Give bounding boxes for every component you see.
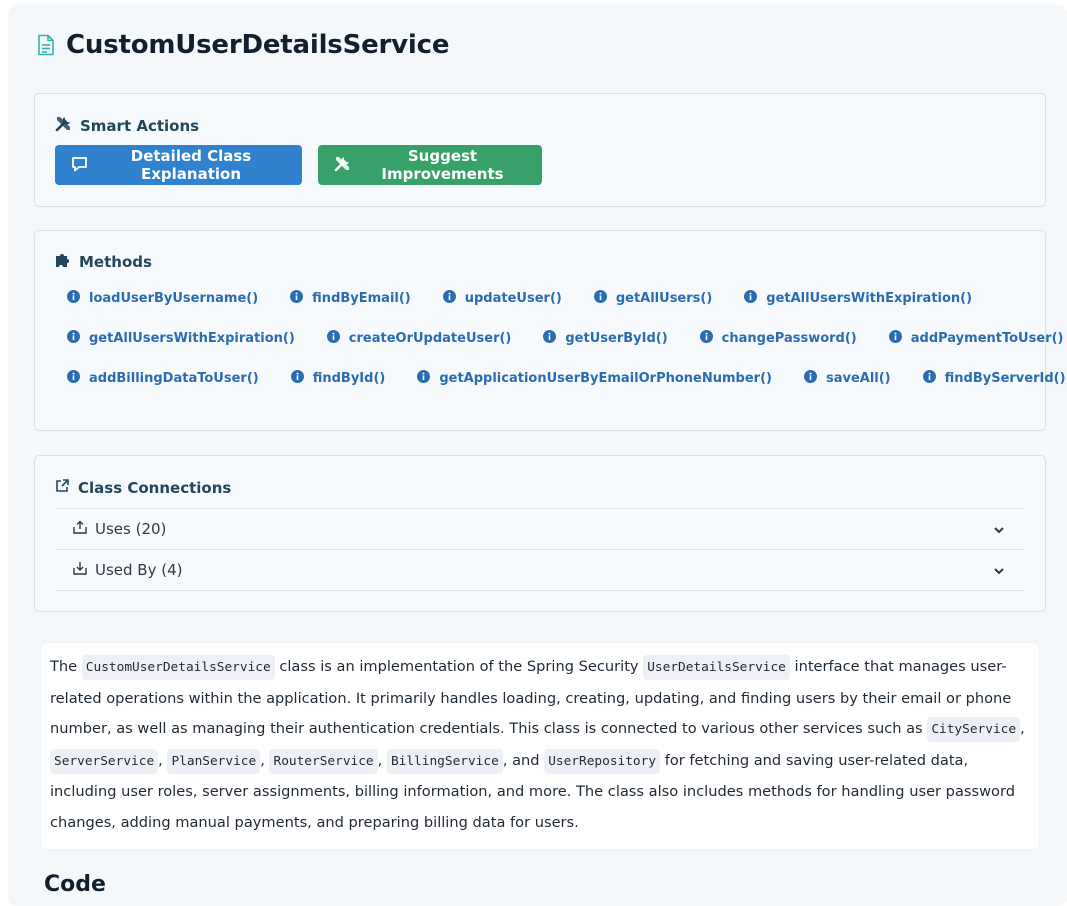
suggest-improvements-button[interactable]: Suggest Improvements xyxy=(318,145,542,185)
smart-actions-panel: Smart Actions Detailed Class Explanation… xyxy=(34,93,1046,207)
method-name: addBillingDataToUser() xyxy=(89,371,259,386)
method-name: createOrUpdateUser() xyxy=(348,331,512,346)
method-link[interactable]: getAllUsers() xyxy=(593,290,713,307)
method-name: getApplicationUserByEmailOrPhoneNumber() xyxy=(439,371,772,386)
method-link[interactable]: findByEmail() xyxy=(290,290,411,307)
used-by-label: Used By (4) xyxy=(95,561,183,579)
inline-code: RouterService xyxy=(269,748,378,774)
inline-code: BillingService xyxy=(386,748,503,774)
method-name: addPaymentToUser() xyxy=(910,331,1064,346)
tools-icon xyxy=(334,155,359,176)
methods-row-2: getAllUsersWithExpiration() createOrUpda… xyxy=(67,330,1067,347)
comment-icon xyxy=(71,155,96,176)
method-link[interactable]: changePassword() xyxy=(699,330,857,347)
method-name: getAllUsersWithExpiration() xyxy=(89,331,295,346)
inline-code: CustomUserDetailsService xyxy=(81,655,275,680)
info-circle-icon xyxy=(417,370,431,387)
method-link[interactable]: findById() xyxy=(290,370,386,387)
method-name: getUserById() xyxy=(565,331,668,346)
info-circle-icon xyxy=(803,370,817,387)
description-text: , and xyxy=(502,751,545,769)
info-circle-icon xyxy=(326,330,340,347)
class-connections-panel: Class Connections Uses (20) Used By (4) xyxy=(34,455,1046,612)
method-link[interactable]: loadUserByUsername() xyxy=(67,290,258,307)
detailed-class-explanation-button[interactable]: Detailed Class Explanation xyxy=(55,145,302,185)
info-circle-icon xyxy=(290,290,304,307)
description-text: class is an implementation of the Spring… xyxy=(274,658,644,675)
tools-icon xyxy=(55,115,80,136)
inline-code: ServerService xyxy=(50,748,159,774)
code-section-heading: Code xyxy=(44,872,106,897)
divider xyxy=(55,590,1025,591)
description-text: , xyxy=(377,751,387,769)
inline-code: CityService xyxy=(927,717,1021,742)
class-description: The CustomUserDetailsService class is an… xyxy=(41,643,1039,849)
method-name: loadUserByUsername() xyxy=(89,291,259,306)
method-name: changePassword() xyxy=(721,331,857,346)
method-name: findById() xyxy=(312,371,386,386)
method-link[interactable]: addBillingDataToUser() xyxy=(67,370,259,387)
class-connections-heading: Class Connections xyxy=(55,478,231,497)
uses-accordion-toggle[interactable]: Uses (20) xyxy=(55,508,1025,549)
methods-title: Methods xyxy=(79,253,152,271)
method-link[interactable]: addPaymentToUser() xyxy=(888,330,1064,347)
info-circle-icon xyxy=(442,290,456,307)
inline-code: UserDetailsService xyxy=(643,655,790,680)
info-circle-icon xyxy=(699,330,713,347)
methods-heading: Methods xyxy=(55,252,152,272)
method-name: findByServerId() xyxy=(944,371,1066,386)
external-link-icon xyxy=(55,478,78,497)
download-icon xyxy=(73,561,87,579)
method-link[interactable]: getAllUsersWithExpiration() xyxy=(67,330,295,347)
used-by-accordion-toggle[interactable]: Used By (4) xyxy=(55,549,1025,590)
page-title: CustomUserDetailsService xyxy=(66,30,450,60)
chevron-down-icon xyxy=(993,522,1005,540)
description-text: , xyxy=(1020,720,1025,737)
inline-code: PlanService xyxy=(167,748,261,774)
info-circle-icon xyxy=(543,330,557,347)
method-name: updateUser() xyxy=(464,291,562,306)
method-name: getAllUsers() xyxy=(615,291,713,306)
class-connections-title: Class Connections xyxy=(78,478,232,497)
info-circle-icon xyxy=(888,330,902,347)
method-link[interactable]: getApplicationUserByEmailOrPhoneNumber() xyxy=(417,370,772,387)
method-link[interactable]: getUserById() xyxy=(543,330,668,347)
info-circle-icon xyxy=(67,370,80,387)
methods-row-1: loadUserByUsername() findByEmail() updat… xyxy=(67,290,1004,307)
file-text-icon xyxy=(36,34,56,56)
method-link[interactable]: findByServerId() xyxy=(922,370,1066,387)
method-name: findByEmail() xyxy=(312,291,411,306)
inline-code: UserRepository xyxy=(544,748,661,774)
method-link[interactable]: createOrUpdateUser() xyxy=(326,330,512,347)
method-name: getAllUsersWithExpiration() xyxy=(766,291,973,306)
page-header: CustomUserDetailsService xyxy=(36,30,449,60)
suggest-improvements-label: Suggest Improvements xyxy=(381,147,504,183)
info-circle-icon xyxy=(290,370,304,387)
description-text: The xyxy=(50,658,82,675)
method-link[interactable]: updateUser() xyxy=(442,290,562,307)
upload-icon xyxy=(73,520,87,538)
info-circle-icon xyxy=(593,290,607,307)
info-circle-icon xyxy=(67,330,80,347)
detailed-class-explanation-label: Detailed Class Explanation xyxy=(130,147,252,183)
info-circle-icon xyxy=(744,290,758,307)
smart-actions-title: Smart Actions xyxy=(80,116,200,135)
method-name: saveAll() xyxy=(825,371,891,386)
methods-row-3: addBillingDataToUser() findById() getApp… xyxy=(67,370,1067,387)
uses-label: Uses (20) xyxy=(95,520,167,538)
info-circle-icon xyxy=(922,370,936,387)
chevron-down-icon xyxy=(993,563,1005,581)
puzzle-icon xyxy=(55,252,79,272)
methods-panel: Methods loadUserByUsername() findByEmail… xyxy=(34,230,1066,431)
method-link[interactable]: saveAll() xyxy=(803,370,891,387)
smart-actions-heading: Smart Actions xyxy=(55,115,199,136)
method-link[interactable]: getAllUsersWithExpiration() xyxy=(744,290,972,307)
info-circle-icon xyxy=(67,290,80,307)
